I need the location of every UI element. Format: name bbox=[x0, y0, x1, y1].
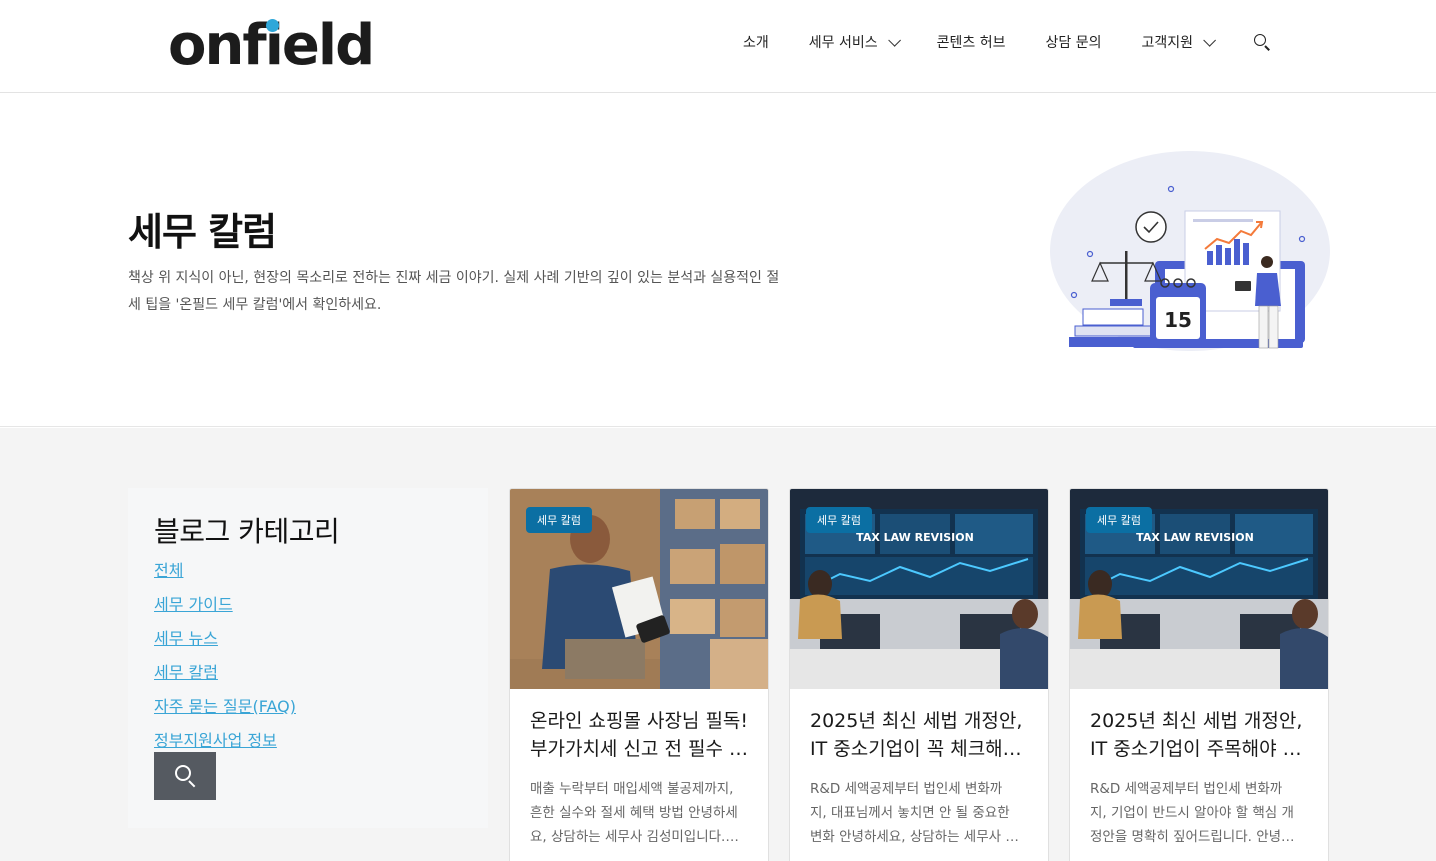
card-title-line: 2025년 최신 세법 개정안, bbox=[810, 710, 1023, 732]
page-title: 세무 칼럼 bbox=[128, 210, 277, 254]
card-title[interactable]: 온라인 쇼핑몰 사장님 필독! 부가가치세 신고 전 필수 … bbox=[530, 707, 752, 763]
card-excerpt: R&D 세액공제부터 법인세 변화까 지, 기업이 반드시 알아야 할 핵심 개… bbox=[1090, 777, 1312, 849]
onfield-logo[interactable]: onfield bbox=[168, 14, 375, 74]
nav-item-label: 소개 bbox=[743, 35, 769, 51]
card-excerpt-line: 매출 누락부터 매입세액 불공제까지, bbox=[530, 781, 734, 797]
nav-item-label: 세무 서비스 bbox=[808, 35, 878, 51]
category-link-tax-guide[interactable]: 세무 가이드 bbox=[154, 588, 462, 622]
search-icon bbox=[175, 765, 191, 781]
card-category-badge: 세무 칼럼 bbox=[1086, 507, 1152, 533]
card-excerpt: R&D 세액공제부터 법인세 변화까 지, 대표님께서 놓치면 안 될 중요한 … bbox=[810, 777, 1032, 849]
card-category-badge: 세무 칼럼 bbox=[526, 507, 592, 533]
card-excerpt: 매출 누락부터 매입세액 불공제까지, 흔한 실수와 절세 혜택 방법 안녕하세… bbox=[530, 777, 752, 849]
nav-item-content-hub[interactable]: 콘텐츠 허브 bbox=[937, 32, 1006, 52]
blog-category-sidebar: 블로그 카테고리 전체 세무 가이드 세무 뉴스 세무 칼럼 자주 묻는 질문(… bbox=[128, 488, 488, 828]
card-excerpt-line: 변화 안녕하세요, 상담하는 세무사 … bbox=[810, 829, 1019, 845]
category-link-tax-news[interactable]: 세무 뉴스 bbox=[154, 622, 462, 656]
card-excerpt-line: 정안을 명확히 짚어드립니다. 안녕… bbox=[1090, 829, 1295, 845]
category-link-faq[interactable]: 자주 묻는 질문(FAQ) bbox=[154, 690, 462, 724]
nav-item-customer-support[interactable]: 고객지원 bbox=[1141, 32, 1216, 52]
hero-section: 세무 칼럼 책상 위 지식이 아닌, 현장의 목소리로 전하는 진짜 세금 이야… bbox=[0, 93, 1436, 427]
chevron-down-icon bbox=[1203, 33, 1216, 47]
site-header: onfield 소개 세무 서비스 콘텐츠 허브 상담 문의 고객지원 bbox=[0, 0, 1436, 93]
chevron-down-icon bbox=[887, 33, 901, 47]
nav-item-consultation[interactable]: 상담 문의 bbox=[1045, 32, 1101, 52]
card-excerpt-line: R&D 세액공제부터 법인세 변화까 bbox=[810, 781, 1003, 797]
card-excerpt-line: 지, 대표님께서 놓치면 안 될 중요한 bbox=[810, 805, 1010, 821]
calendar-number: 15 bbox=[1164, 308, 1192, 332]
nav-item-about[interactable]: 소개 bbox=[743, 32, 769, 52]
tax-law-revision-office-photo: TAX LAW REVISION 세무 칼럼 bbox=[790, 489, 1048, 689]
blog-content: 블로그 카테고리 전체 세무 가이드 세무 뉴스 세무 칼럼 자주 묻는 질문(… bbox=[0, 428, 1436, 861]
card-excerpt-line: 요, 상담하는 세무사 김성미입니다.… bbox=[530, 829, 739, 845]
nav-item-label: 콘텐츠 허브 bbox=[936, 35, 1006, 51]
card-title[interactable]: 2025년 최신 세법 개정안, IT 중소기업이 꼭 체크해… bbox=[810, 707, 1032, 763]
search-button[interactable] bbox=[154, 752, 216, 800]
hero-description: 책상 위 지식이 아닌, 현장의 목소리로 전하는 진짜 세금 이야기. 실제 … bbox=[128, 270, 780, 313]
warehouse-worker-photo: 세무 칼럼 bbox=[510, 489, 768, 689]
card-category-badge: 세무 칼럼 bbox=[806, 507, 872, 533]
card-title-line: 부가가치세 신고 전 필수 … bbox=[530, 738, 748, 760]
screen-text: TAX LAW REVISION bbox=[1136, 531, 1254, 544]
sidebar-title: 블로그 카테고리 bbox=[154, 515, 340, 548]
card-excerpt-line: 지, 기업이 반드시 알아야 할 핵심 개 bbox=[1090, 805, 1294, 821]
card-title-line: IT 중소기업이 주목해야 … bbox=[1090, 738, 1302, 760]
main-nav: 소개 세무 서비스 콘텐츠 허브 상담 문의 고객지원 bbox=[703, 28, 1272, 56]
tax-illustration: 15 bbox=[1050, 151, 1330, 351]
tax-law-revision-office-photo: TAX LAW REVISION 세무 칼럼 bbox=[1070, 489, 1328, 689]
category-link-all[interactable]: 전체 bbox=[154, 554, 462, 588]
card-title-line: IT 중소기업이 꼭 체크해… bbox=[810, 738, 1022, 760]
card-excerpt-line: R&D 세액공제부터 법인세 변화까 bbox=[1090, 781, 1283, 797]
category-link-tax-column[interactable]: 세무 칼럼 bbox=[154, 656, 462, 690]
nav-item-label: 상담 문의 bbox=[1045, 35, 1102, 51]
blog-card[interactable]: 세무 칼럼 온라인 쇼핑몰 사장님 필독! 부가가치세 신고 전 필수 … 매출… bbox=[509, 488, 769, 861]
card-title-line: 2025년 최신 세법 개정안, bbox=[1090, 710, 1303, 732]
card-title-line: 온라인 쇼핑몰 사장님 필독! bbox=[530, 710, 749, 732]
card-excerpt-line: 흔한 실수와 절세 혜택 방법 안녕하세 bbox=[530, 805, 738, 821]
logo-dot-icon bbox=[266, 19, 279, 32]
nav-item-tax-services[interactable]: 세무 서비스 bbox=[808, 32, 901, 52]
nav-item-label: 고객지원 bbox=[1141, 35, 1193, 51]
blog-card[interactable]: TAX LAW REVISION 세무 칼럼 2025년 최신 세법 개정안, … bbox=[1069, 488, 1329, 861]
screen-text: TAX LAW REVISION bbox=[856, 531, 974, 544]
blog-card[interactable]: TAX LAW REVISION 세무 칼럼 2025년 최신 세법 개정안, … bbox=[789, 488, 1049, 861]
card-title[interactable]: 2025년 최신 세법 개정안, IT 중소기업이 주목해야 … bbox=[1090, 707, 1312, 763]
search-icon[interactable] bbox=[1252, 32, 1272, 52]
